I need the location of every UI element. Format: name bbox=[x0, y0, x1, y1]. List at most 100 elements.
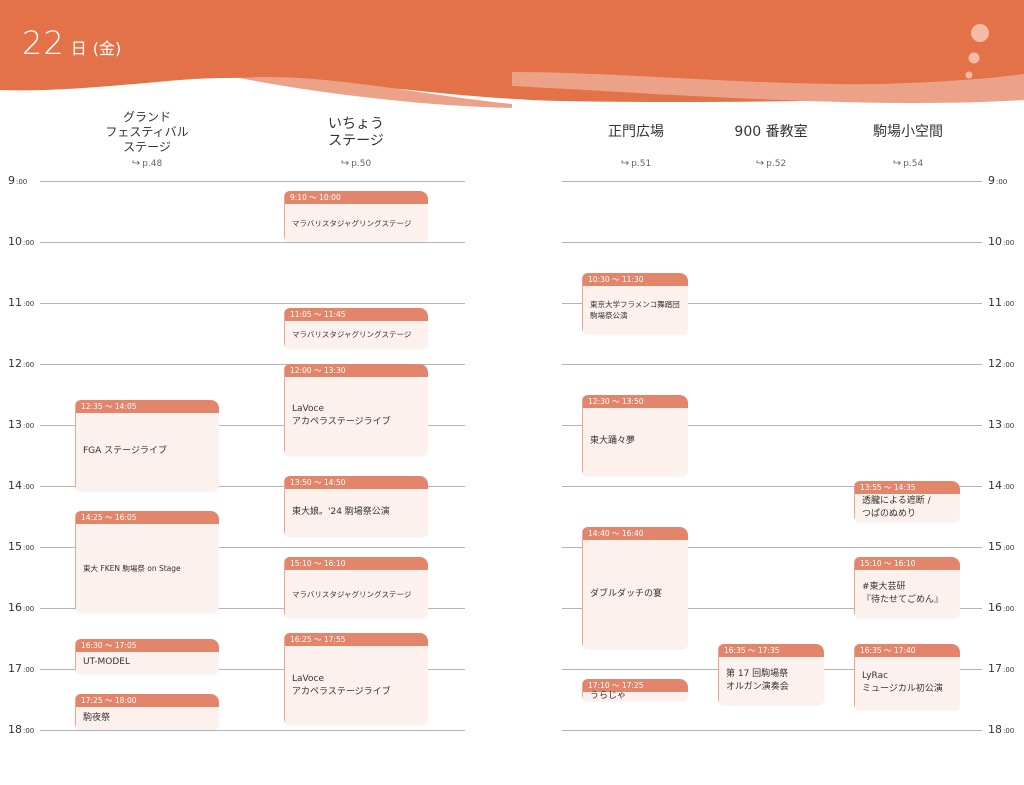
hour-label: 10:00 bbox=[988, 235, 1015, 248]
event-card[interactable]: 12:30 〜 13:50 東大踊々夢 bbox=[582, 394, 688, 476]
event-card-edge bbox=[75, 399, 76, 492]
page-date: 22 日 (金) bbox=[22, 24, 121, 62]
hour-gridline bbox=[40, 303, 465, 304]
event-card-edge bbox=[284, 364, 285, 456]
event-time: 12:30 〜 13:50 bbox=[582, 394, 688, 408]
event-title: LaVoce アカペラステージライブ bbox=[292, 404, 391, 428]
event-card[interactable]: 10:30 〜 11:30 東京大学フラメンコ舞踏団 駒場祭公演 bbox=[582, 272, 688, 334]
event-time: 9:10 〜 10:00 bbox=[284, 191, 428, 205]
event-time: 14:25 〜 16:05 bbox=[75, 511, 219, 525]
event-card[interactable]: 16:25 〜 17:55 LaVoce アカペラステージライブ bbox=[284, 633, 428, 725]
event-title: マラバリスタジャグリングステージ bbox=[292, 330, 412, 340]
event-title: マラバリスタジャグリングステージ bbox=[292, 589, 412, 599]
hour-gridline bbox=[40, 730, 465, 731]
date-suffix: 日 bbox=[70, 39, 87, 58]
column-header-room-900: 900 番教室 bbox=[734, 124, 808, 140]
page-ref-komaba-small-hall[interactable]: ↪ p.54 bbox=[893, 158, 923, 169]
event-card[interactable]: 16:35 〜 17:35 第 17 回駒場祭 オルガン演奏会 bbox=[718, 643, 824, 705]
event-card[interactable]: 12:35 〜 14:05 FGA ステージライブ bbox=[75, 399, 219, 492]
event-card[interactable]: 14:40 〜 16:40 ダブルダッチの宴 bbox=[582, 526, 688, 649]
event-time: 16:25 〜 17:55 bbox=[284, 633, 428, 647]
reference-arrow-icon: ↪ bbox=[892, 158, 902, 169]
event-time: 16:30 〜 17:05 bbox=[75, 638, 219, 652]
hour-label: 16:00 bbox=[8, 601, 35, 614]
event-title: 東大踊々夢 bbox=[590, 436, 636, 447]
event-card-edge bbox=[284, 191, 285, 242]
event-title: 透朧による遮断 / つばのぬめり bbox=[862, 495, 931, 519]
event-card-edge bbox=[284, 475, 285, 537]
hour-label: 18:00 bbox=[988, 723, 1015, 736]
event-time: 12:35 〜 14:05 bbox=[75, 399, 219, 413]
event-card[interactable]: 16:30 〜 17:05 UT-MODEL bbox=[75, 638, 219, 675]
event-title: LyRac ミュージカル初公演 bbox=[862, 671, 943, 695]
hour-label: 14:00 bbox=[8, 479, 35, 492]
event-time: 15:10 〜 16:10 bbox=[284, 557, 428, 571]
column-header-grand-festival-stage: グランド フェスティバル ステージ bbox=[105, 110, 189, 154]
page-ref-grand-festival-stage[interactable]: ↪ p.48 bbox=[132, 158, 162, 169]
event-title: マラバリスタジャグリングステージ bbox=[292, 218, 412, 228]
event-card[interactable]: 17:25 〜 18:00 駒夜祭 bbox=[75, 694, 219, 730]
event-title: #東大芸研 『待たせてごめん』 bbox=[862, 582, 944, 606]
event-card[interactable]: 15:10 〜 16:10 マラバリスタジャグリングステージ bbox=[284, 557, 428, 619]
event-card-edge bbox=[582, 526, 583, 649]
reference-arrow-icon: ↪ bbox=[131, 158, 141, 169]
event-card[interactable]: 13:55 〜 14:35 透朧による遮断 / つばのぬめり bbox=[854, 480, 960, 522]
event-time: 10:30 〜 11:30 bbox=[582, 272, 688, 286]
event-time: 11:05 〜 11:45 bbox=[284, 308, 428, 322]
hour-gridline bbox=[40, 181, 465, 182]
event-time: 16:35 〜 17:40 bbox=[854, 643, 960, 657]
event-card-edge bbox=[75, 511, 76, 614]
hour-label: 9:00 bbox=[988, 174, 1008, 187]
page-ref-room-900[interactable]: ↪ p.52 bbox=[756, 158, 786, 169]
event-card[interactable]: 17:10 〜 17:25 うらじゃ bbox=[582, 679, 688, 702]
hour-label: 12:00 bbox=[988, 357, 1015, 370]
column-header-icho-stage: いちょう ステージ bbox=[328, 116, 384, 149]
event-card-edge bbox=[582, 394, 583, 476]
hour-label: 14:00 bbox=[988, 479, 1015, 492]
hour-label: 10:00 bbox=[8, 235, 35, 248]
page-ref-icho-stage[interactable]: ↪ p.50 bbox=[341, 158, 371, 169]
event-title: 東大娘。'24 駒場祭公演 bbox=[292, 507, 390, 518]
hour-gridline bbox=[562, 364, 982, 365]
event-card-edge bbox=[284, 308, 285, 349]
event-card[interactable]: 15:10 〜 16:10 #東大芸研 『待たせてごめん』 bbox=[854, 557, 960, 619]
hour-label: 11:00 bbox=[8, 296, 35, 309]
column-header-komaba-small-hall: 駒場小空間 bbox=[873, 124, 943, 140]
hour-label: 9:00 bbox=[8, 174, 28, 187]
event-card[interactable]: 14:25 〜 16:05 東大 FKEN 駒場祭 on Stage bbox=[75, 511, 219, 614]
event-card[interactable]: 13:50 〜 14:50 東大娘。'24 駒場祭公演 bbox=[284, 475, 428, 537]
hour-label: 17:00 bbox=[8, 662, 35, 675]
event-card[interactable]: 12:00 〜 13:30 LaVoce アカペラステージライブ bbox=[284, 364, 428, 456]
event-time: 13:50 〜 14:50 bbox=[284, 475, 428, 489]
hour-label: 12:00 bbox=[8, 357, 35, 370]
header-banner bbox=[0, 0, 1024, 108]
hour-label: 13:00 bbox=[988, 418, 1015, 431]
hour-label: 15:00 bbox=[8, 540, 35, 553]
event-title: 駒夜祭 bbox=[83, 713, 111, 724]
event-title: LaVoce アカペラステージライブ bbox=[292, 673, 391, 697]
event-card[interactable]: 11:05 〜 11:45 マラバリスタジャグリングステージ bbox=[284, 308, 428, 349]
hour-label: 16:00 bbox=[988, 601, 1015, 614]
hour-label: 18:00 bbox=[8, 723, 35, 736]
hour-label: 15:00 bbox=[988, 540, 1015, 553]
event-card-edge bbox=[718, 643, 719, 705]
hour-gridline bbox=[40, 242, 465, 243]
event-card-edge bbox=[582, 679, 583, 702]
event-title: FGA ステージライブ bbox=[83, 446, 167, 457]
event-card-edge bbox=[75, 694, 76, 730]
event-card-edge bbox=[854, 643, 855, 710]
event-title: 東大 FKEN 駒場祭 on Stage bbox=[83, 564, 181, 574]
page-ref-seimon-hiroba[interactable]: ↪ p.51 bbox=[621, 158, 651, 169]
weekday: (金) bbox=[92, 39, 122, 58]
date-number: 22 bbox=[22, 24, 65, 62]
event-card-edge bbox=[75, 638, 76, 675]
event-time: 15:10 〜 16:10 bbox=[854, 557, 960, 571]
reference-arrow-icon: ↪ bbox=[620, 158, 630, 169]
event-card[interactable]: 9:10 〜 10:00 マラバリスタジャグリングステージ bbox=[284, 191, 428, 242]
event-time: 16:35 〜 17:35 bbox=[718, 643, 824, 657]
event-title: ダブルダッチの宴 bbox=[590, 588, 663, 599]
event-title: うらじゃ bbox=[590, 691, 627, 702]
event-time: 13:55 〜 14:35 bbox=[854, 480, 960, 494]
event-card-edge bbox=[854, 480, 855, 522]
event-card[interactable]: 16:35 〜 17:40 LyRac ミュージカル初公演 bbox=[854, 643, 960, 710]
